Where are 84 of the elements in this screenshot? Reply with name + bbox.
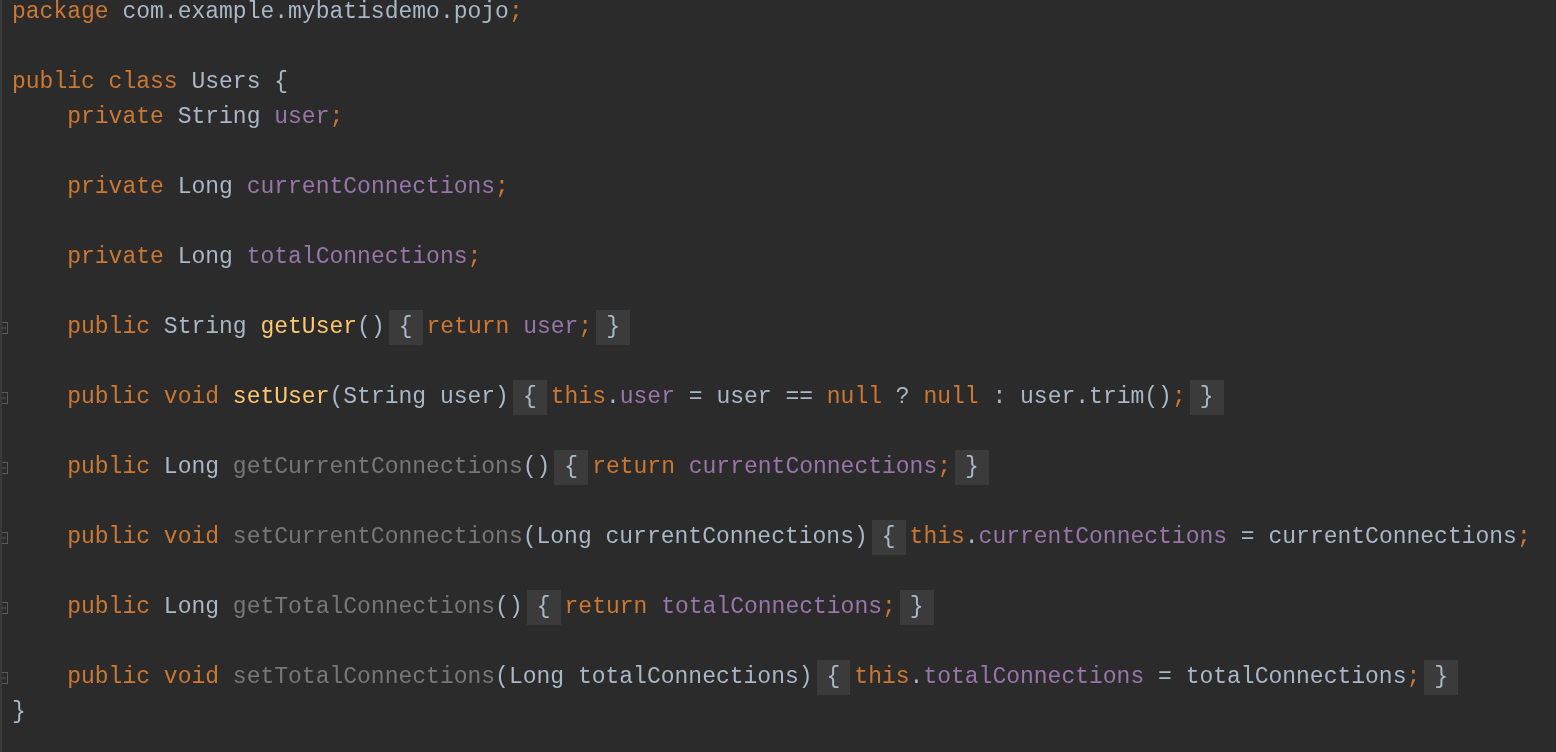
code-token: package	[12, 0, 109, 28]
code-token: (Long currentConnections)	[522, 523, 868, 553]
code-token: public void	[66, 383, 221, 413]
code-token: (Long totalConnections)	[495, 663, 813, 693]
code-token: ()	[495, 593, 523, 623]
code-token: this	[854, 663, 910, 693]
folded-code-marker[interactable]: {	[512, 380, 547, 415]
code-token: ?	[894, 383, 911, 413]
folded-code-marker[interactable]: {	[388, 310, 423, 345]
folded-code-marker[interactable]: {	[871, 520, 906, 555]
code-token: ;	[1516, 523, 1531, 553]
code-token: setCurrentConnections	[232, 523, 523, 553]
code-token: : user.trim()	[991, 383, 1172, 413]
code-token: ;	[937, 453, 952, 483]
code-token: getUser	[260, 313, 358, 343]
code-token: setUser	[232, 383, 330, 413]
code-token: ;	[467, 243, 482, 273]
code-token: .	[964, 523, 979, 553]
fold-icon[interactable]	[2, 391, 8, 404]
folded-code-marker[interactable]: {	[554, 450, 589, 485]
fold-icon[interactable]	[2, 531, 8, 544]
code-token: ;	[1406, 663, 1421, 693]
code-token: .	[909, 663, 924, 693]
code-token: Long	[176, 243, 234, 273]
code-token: getTotalConnections	[232, 593, 496, 623]
code-token: this	[909, 523, 965, 553]
code-token: ;	[329, 103, 344, 133]
code-token: totalConnections	[923, 663, 1145, 693]
code-token: public void	[66, 663, 221, 693]
code-token: Users {	[190, 68, 289, 98]
code-token: totalConnections	[246, 243, 468, 273]
folded-code-marker[interactable]: }	[899, 590, 934, 625]
fold-icon[interactable]	[2, 461, 8, 474]
code-token: = currentConnections	[1239, 523, 1517, 553]
code-token: ;	[882, 593, 896, 623]
code-token: ;	[495, 173, 509, 203]
code-token: = totalConnections	[1157, 663, 1407, 693]
folded-code-marker[interactable]: {	[816, 660, 851, 695]
folded-code-marker[interactable]: {	[526, 590, 561, 625]
code-token: public	[66, 313, 151, 343]
code-token: com.example.mybatisdemo.pojo	[121, 0, 509, 28]
folded-code-marker[interactable]: }	[1424, 660, 1459, 695]
code-token: ()	[522, 453, 551, 483]
code-token: return	[592, 453, 676, 483]
code-token: Long	[162, 453, 221, 483]
code-token: getCurrentConnections	[232, 453, 523, 483]
code-token: = user ==	[687, 383, 814, 413]
code-token: setTotalConnections	[232, 663, 496, 693]
code-token: return	[426, 313, 511, 343]
code-token: public void	[66, 523, 221, 553]
code-token: null	[923, 383, 979, 413]
code-token: user	[523, 313, 579, 343]
code-token: Long	[176, 173, 234, 203]
folded-code-marker[interactable]: }	[955, 450, 989, 485]
code-token: public	[66, 593, 151, 623]
code-token: user	[274, 103, 330, 133]
code-token: this	[550, 383, 606, 413]
code-token: currentConnections	[688, 453, 938, 483]
fold-icon[interactable]	[2, 671, 8, 684]
folded-code-marker[interactable]: }	[596, 310, 630, 345]
code-token: private	[66, 243, 164, 273]
code-token: }	[12, 698, 26, 728]
code-token: private	[66, 173, 164, 203]
code-token: private	[66, 103, 164, 133]
code-token: String	[176, 103, 262, 133]
code-token: ;	[578, 313, 593, 343]
fold-icon[interactable]	[2, 321, 8, 334]
code-token: user	[619, 383, 675, 413]
code-token: currentConnections	[246, 173, 496, 203]
folded-code-marker[interactable]: }	[1189, 380, 1224, 415]
code-token: ()	[357, 313, 385, 343]
code-token: .	[605, 383, 620, 413]
code-token: (String user)	[329, 383, 509, 413]
code-token: public class	[12, 68, 178, 98]
code-token: Long	[162, 593, 221, 623]
code-token: ;	[508, 0, 523, 28]
code-token: currentConnections	[978, 523, 1228, 553]
code-token: return	[564, 593, 649, 623]
code-token: totalConnections	[661, 593, 882, 623]
code-token: String	[162, 313, 248, 343]
code-token: ;	[1171, 383, 1186, 413]
code-token: null	[826, 383, 882, 413]
fold-icon[interactable]	[2, 601, 8, 614]
code-token: public	[66, 453, 151, 483]
